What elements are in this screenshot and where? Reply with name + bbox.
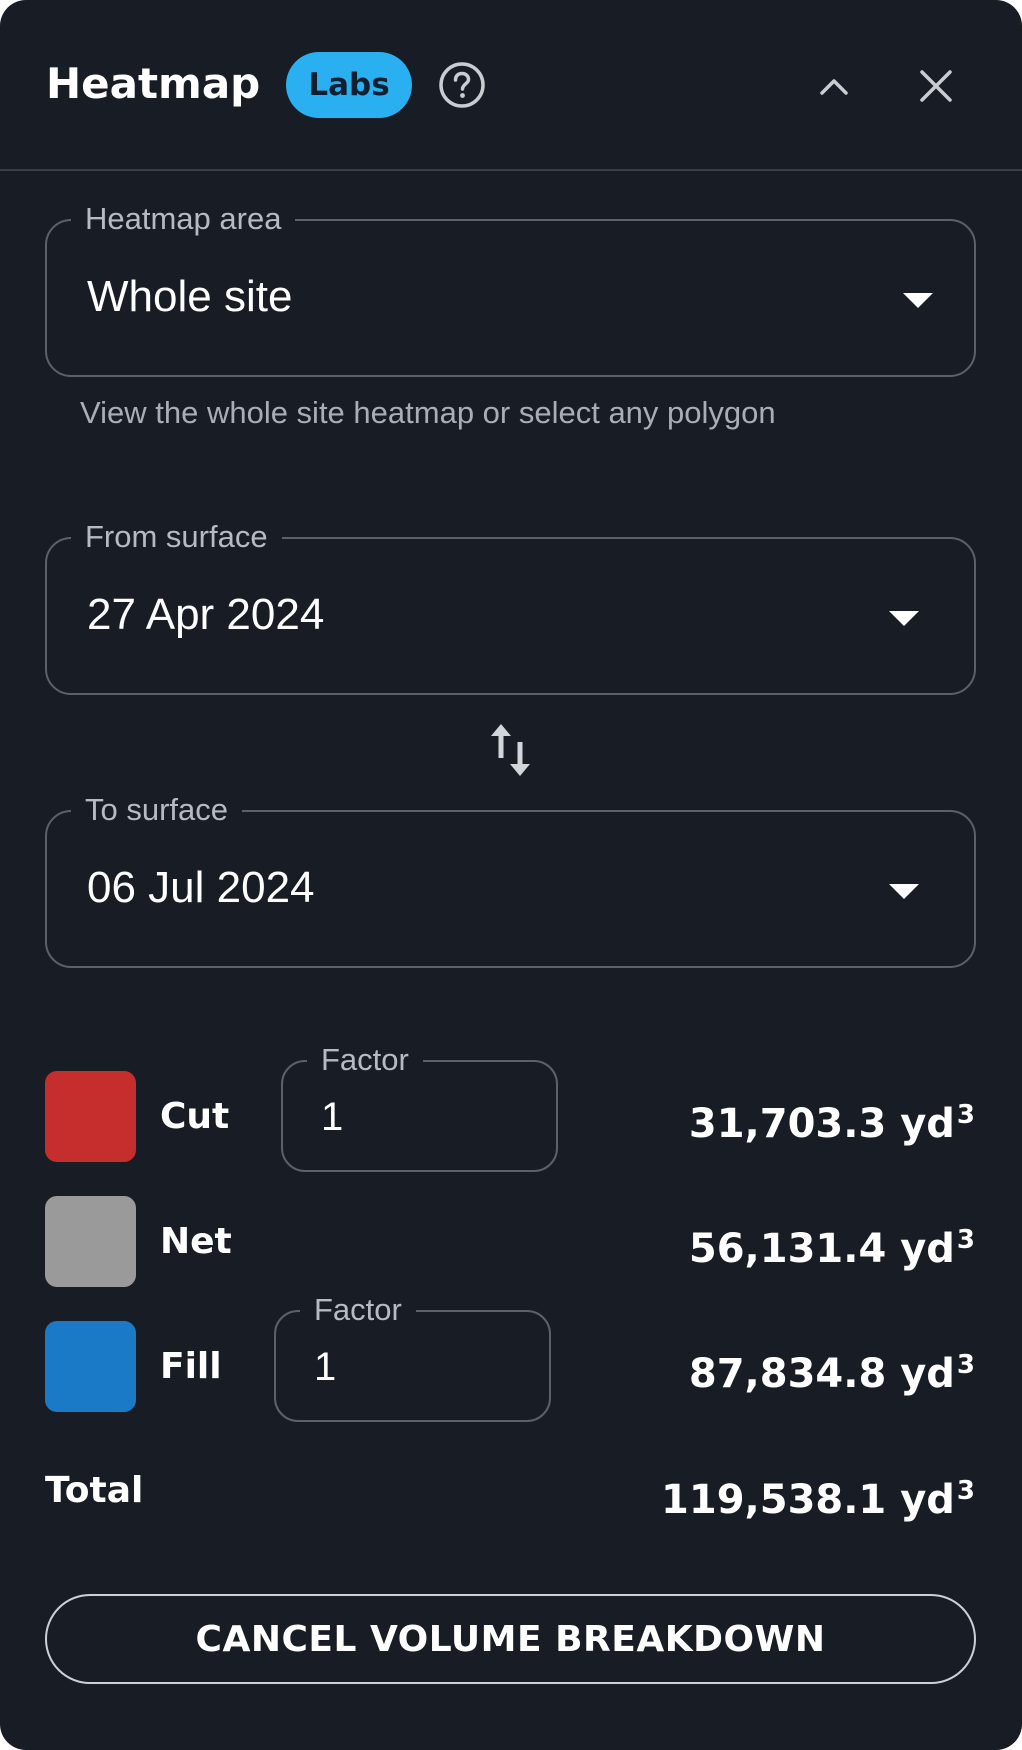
fill-factor-field[interactable]: Factor bbox=[274, 1290, 551, 1422]
net-label: Net bbox=[160, 1221, 232, 1262]
swap-vertical-icon[interactable] bbox=[486, 722, 538, 780]
heatmap-area-helper: View the whole site heatmap or select an… bbox=[80, 395, 776, 430]
chevron-up-icon bbox=[820, 79, 848, 95]
heatmap-panel: Heatmap Labs Heatmap area Whole site Vie… bbox=[0, 0, 1022, 1750]
help-circle-icon[interactable] bbox=[438, 61, 486, 109]
cut-factor-input[interactable] bbox=[321, 1092, 521, 1142]
to-surface-select[interactable]: To surface 06 Jul 2024 bbox=[45, 790, 976, 968]
collapse-button[interactable] bbox=[806, 58, 862, 114]
heatmap-area-select[interactable]: Heatmap area Whole site bbox=[45, 199, 976, 377]
fill-volume-value: 87,834.8 yd3 bbox=[689, 1338, 975, 1401]
fill-color-swatch bbox=[45, 1321, 136, 1412]
caret-down-icon bbox=[903, 293, 933, 308]
fill-volume-number: 87,834.8 yd bbox=[688, 1351, 955, 1397]
cut-label: Cut bbox=[160, 1096, 230, 1137]
caret-down-icon bbox=[889, 611, 919, 626]
fill-factor-label: Factor bbox=[300, 1290, 416, 1330]
to-surface-label: To surface bbox=[71, 790, 243, 830]
cut-volume-number: 31,703.3 yd bbox=[688, 1101, 955, 1147]
cut-volume-exponent: 3 bbox=[956, 1100, 975, 1130]
panel-header: Heatmap Labs bbox=[0, 0, 1022, 171]
close-icon bbox=[920, 70, 952, 102]
fill-label: Fill bbox=[160, 1346, 222, 1387]
net-volume-exponent: 3 bbox=[956, 1225, 975, 1255]
cut-color-swatch bbox=[45, 1071, 136, 1162]
net-color-swatch bbox=[45, 1196, 136, 1287]
total-volume-exponent: 3 bbox=[956, 1476, 975, 1506]
cut-factor-field[interactable]: Factor bbox=[281, 1040, 558, 1172]
from-surface-value: 27 Apr 2024 bbox=[87, 590, 325, 639]
to-surface-value: 06 Jul 2024 bbox=[87, 863, 315, 912]
cancel-volume-breakdown-button[interactable]: CANCEL VOLUME BREAKDOWN bbox=[45, 1594, 976, 1684]
total-volume-number: 119,538.1 yd bbox=[661, 1477, 955, 1523]
caret-down-icon bbox=[889, 884, 919, 899]
from-surface-select[interactable]: From surface 27 Apr 2024 bbox=[45, 517, 976, 695]
net-volume-number: 56,131.4 yd bbox=[688, 1226, 955, 1272]
fill-factor-input[interactable] bbox=[314, 1342, 514, 1392]
total-label: Total bbox=[45, 1470, 144, 1511]
cut-volume-value: 31,703.3 yd3 bbox=[689, 1088, 975, 1151]
panel-title: Heatmap bbox=[46, 59, 261, 108]
heatmap-area-label: Heatmap area bbox=[71, 199, 296, 239]
net-volume-value: 56,131.4 yd3 bbox=[689, 1213, 975, 1276]
cut-factor-label: Factor bbox=[307, 1040, 423, 1080]
close-button[interactable] bbox=[908, 58, 964, 114]
total-volume-value: 119,538.1 yd3 bbox=[661, 1464, 975, 1527]
labs-badge: Labs bbox=[286, 52, 412, 118]
heatmap-area-value: Whole site bbox=[87, 272, 293, 321]
fill-volume-exponent: 3 bbox=[956, 1350, 975, 1380]
from-surface-label: From surface bbox=[71, 517, 282, 557]
